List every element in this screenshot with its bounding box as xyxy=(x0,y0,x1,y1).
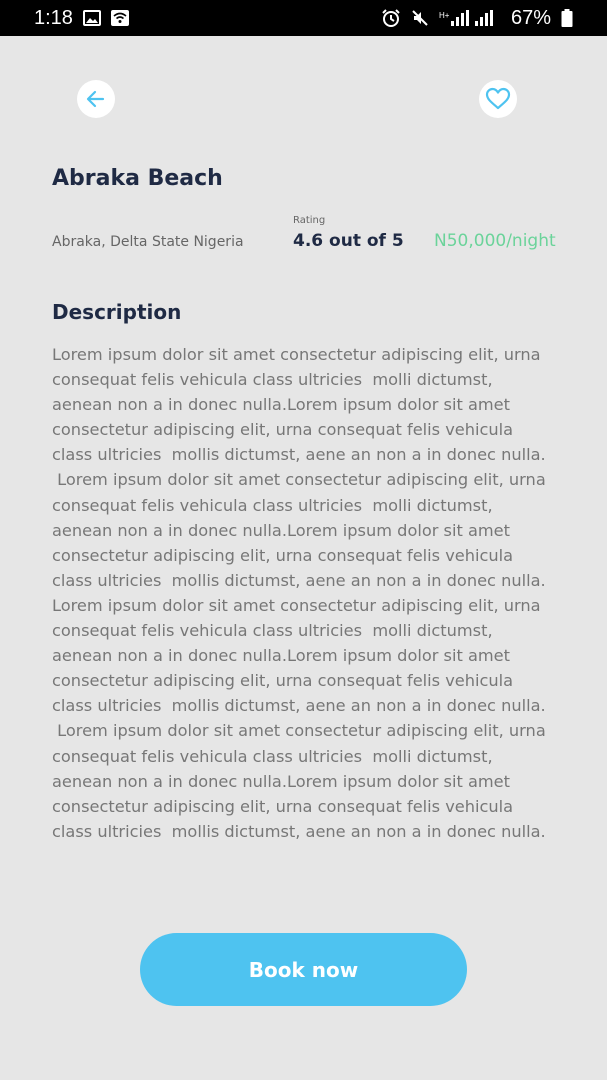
description-line: consequat felis vehicula class ultricies… xyxy=(52,495,493,515)
description-line: Lorem ipsum dolor sit amet consectetur a… xyxy=(52,595,541,615)
description-line: class ultricies mollis dictumst, aene an… xyxy=(52,696,546,716)
description-body: Lorem ipsum dolor sit amet consectetur a… xyxy=(52,342,557,844)
description-line: consectetur adipiscing elit, urna conseq… xyxy=(52,671,514,691)
battery-icon xyxy=(561,9,573,27)
description-line: Lorem ipsum dolor sit amet consectetur a… xyxy=(52,470,546,490)
book-now-button[interactable]: Book now xyxy=(140,933,467,1006)
description-heading: Description xyxy=(52,300,182,324)
mute-icon xyxy=(411,9,429,27)
arrow-left-icon xyxy=(86,90,105,108)
status-bar: 1:18 H+ 67% xyxy=(0,0,607,36)
description-line: class ultricies mollis dictumst, aene an… xyxy=(52,570,546,590)
description-line: class ultricies mollis dictumst, aene an… xyxy=(52,445,546,465)
alarm-icon xyxy=(381,9,401,27)
page-title: Abraka Beach xyxy=(52,166,223,191)
favorite-button[interactable] xyxy=(479,80,517,118)
description-line: consectetur adipiscing elit, urna conseq… xyxy=(52,420,514,440)
back-button[interactable] xyxy=(77,80,115,118)
description-line: aenean non a in donec nulla.Lorem ipsum … xyxy=(52,771,510,791)
svg-text:H+: H+ xyxy=(439,11,450,20)
wifi-icon xyxy=(110,10,129,26)
description-line: consequat felis vehicula class ultricies… xyxy=(52,746,493,766)
rating-value: 4.6 out of 5 xyxy=(293,231,404,251)
description-line: consectetur adipiscing elit, urna conseq… xyxy=(52,796,514,816)
price-text: N50,000/night xyxy=(434,231,556,251)
status-time: 1:18 xyxy=(34,6,73,29)
description-line: class ultricies mollis dictumst, aene an… xyxy=(52,821,546,841)
location-text: Abraka, Delta State Nigeria xyxy=(52,234,244,250)
image-icon xyxy=(82,10,101,26)
description-line: Lorem ipsum dolor sit amet consectetur a… xyxy=(52,345,541,364)
status-left: 1:18 xyxy=(34,7,129,30)
description-line: consequat felis vehicula class ultricies… xyxy=(52,621,493,641)
description-line: aenean non a in donec nulla.Lorem ipsum … xyxy=(52,646,510,666)
description-line: consequat felis vehicula class ultricies… xyxy=(52,370,493,390)
signal-icon: H+ xyxy=(439,9,501,27)
status-right: H+ 67% xyxy=(381,7,573,30)
heart-icon xyxy=(485,87,511,110)
description-line: aenean non a in donec nulla.Lorem ipsum … xyxy=(52,520,510,540)
battery-percent: 67% xyxy=(510,6,551,29)
rating-label: Rating xyxy=(293,215,326,226)
description-line: Lorem ipsum dolor sit amet consectetur a… xyxy=(52,721,546,741)
description-line: consectetur adipiscing elit, urna conseq… xyxy=(52,545,514,565)
description-line: aenean non a in donec nulla.Lorem ipsum … xyxy=(52,395,510,415)
